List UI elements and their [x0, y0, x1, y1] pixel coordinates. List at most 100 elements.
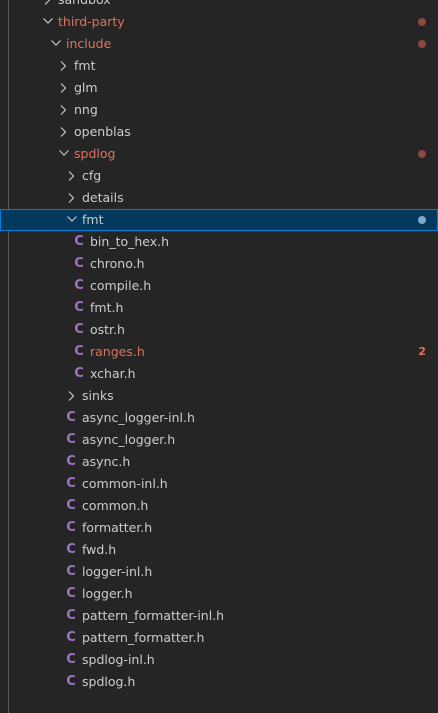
tree-file-row[interactable]: Cspdlog.h [0, 671, 438, 693]
chevron-down-icon[interactable] [40, 11, 56, 33]
folder-label: fmt [74, 58, 96, 73]
tree-folder-row[interactable]: glm [0, 77, 438, 99]
tree-folder-row[interactable]: fmt [0, 55, 438, 77]
file-label: ostr.h [90, 322, 125, 337]
tree-folder-row[interactable]: openblas [0, 121, 438, 143]
c-file-icon: C [66, 608, 76, 623]
file-label: async_logger-inl.h [82, 410, 195, 425]
c-file-icon: C [74, 344, 84, 359]
folder-label: cfg [82, 168, 102, 183]
chevron-right-icon[interactable] [64, 385, 80, 407]
c-file-icon: C [66, 454, 76, 469]
c-file-icon: C [66, 498, 76, 513]
file-label: fmt.h [90, 300, 124, 315]
tree-file-row[interactable]: Cxchar.h [0, 363, 438, 385]
tree-file-row[interactable]: Casync_logger-inl.h [0, 407, 438, 429]
tree-file-row[interactable]: Cfmt.h [0, 297, 438, 319]
c-file-icon: C [74, 322, 84, 337]
chevron-down-icon[interactable] [48, 33, 64, 55]
chevron-right-icon[interactable] [56, 55, 72, 77]
file-label: async_logger.h [82, 432, 176, 447]
tree-folder-row[interactable]: sinks [0, 385, 438, 407]
modified-dot-icon [418, 150, 426, 158]
tree-folder-row[interactable]: third-party [0, 11, 438, 33]
folder-label: include [66, 36, 112, 51]
file-label: logger.h [82, 586, 133, 601]
chevron-right-icon[interactable] [56, 99, 72, 121]
c-file-icon: C [66, 520, 76, 535]
tree-file-row[interactable]: Clogger.h [0, 583, 438, 605]
c-file-icon: C [66, 630, 76, 645]
file-label: spdlog-inl.h [82, 652, 155, 667]
file-label: async.h [82, 454, 131, 469]
tree-folder-row[interactable]: fmt [0, 209, 438, 231]
file-label: fwd.h [82, 542, 117, 557]
c-file-icon: C [74, 256, 84, 271]
tree-file-row[interactable]: Ccommon-inl.h [0, 473, 438, 495]
modified-dot-icon [418, 216, 426, 224]
tree-file-row[interactable]: Casync_logger.h [0, 429, 438, 451]
chevron-down-icon[interactable] [56, 143, 72, 165]
problem-count-badge: 2 [418, 345, 426, 358]
tree-file-row[interactable]: Cfwd.h [0, 539, 438, 561]
tree-folder-row[interactable]: nng [0, 99, 438, 121]
tree-folder-row[interactable]: details [0, 187, 438, 209]
tree-file-row[interactable]: Cpattern_formatter-inl.h [0, 605, 438, 627]
tree-file-row[interactable]: Cformatter.h [0, 517, 438, 539]
tree-file-row[interactable]: Cspdlog-inl.h [0, 649, 438, 671]
tree-file-row[interactable]: Clogger-inl.h [0, 561, 438, 583]
tree-folder-row[interactable]: cfg [0, 165, 438, 187]
c-file-icon: C [74, 234, 84, 249]
chevron-right-icon[interactable] [64, 165, 80, 187]
file-label: spdlog.h [82, 674, 136, 689]
file-label: compile.h [90, 278, 152, 293]
tree-file-row[interactable]: Ccompile.h [0, 275, 438, 297]
file-label: xchar.h [90, 366, 136, 381]
file-label: chrono.h [90, 256, 145, 271]
folder-label: third-party [58, 14, 125, 29]
tree-folder-row[interactable]: sandbox [0, 0, 438, 11]
tree-file-row[interactable]: Casync.h [0, 451, 438, 473]
modified-dot-icon [418, 40, 426, 48]
tree-folder-row[interactable]: include [0, 33, 438, 55]
tree-file-row[interactable]: Costr.h [0, 319, 438, 341]
c-file-icon: C [74, 300, 84, 315]
file-label: pattern_formatter-inl.h [82, 608, 225, 623]
tree-file-row[interactable]: Cbin_to_hex.h [0, 231, 438, 253]
file-label: common.h [82, 498, 149, 513]
tree-file-row[interactable]: Cchrono.h [0, 253, 438, 275]
c-file-icon: C [66, 564, 76, 579]
modified-dot-icon [418, 18, 426, 26]
file-label: pattern_formatter.h [82, 630, 205, 645]
c-file-icon: C [66, 542, 76, 557]
file-explorer-screen: { "colors": { "background": "#252526", "… [0, 0, 438, 713]
chevron-right-icon[interactable] [56, 77, 72, 99]
c-file-icon: C [66, 410, 76, 425]
tree-file-row[interactable]: Cranges.h 2 [0, 341, 438, 363]
folder-label: sandbox [58, 0, 111, 11]
c-file-icon: C [66, 476, 76, 491]
folder-label: sinks [82, 388, 114, 403]
chevron-right-icon[interactable] [40, 0, 56, 11]
folder-label: fmt [82, 212, 104, 227]
c-file-icon: C [66, 432, 76, 447]
chevron-right-icon[interactable] [56, 121, 72, 143]
file-label: bin_to_hex.h [90, 234, 170, 249]
folder-label: openblas [74, 124, 131, 139]
c-file-icon: C [66, 674, 76, 689]
c-file-icon: C [74, 366, 84, 381]
chevron-down-icon[interactable] [64, 209, 80, 231]
file-label: common-inl.h [82, 476, 168, 491]
file-label: formatter.h [82, 520, 153, 535]
c-file-icon: C [74, 278, 84, 293]
folder-label: details [82, 190, 124, 205]
c-file-icon: C [66, 586, 76, 601]
tree-file-row[interactable]: Cpattern_formatter.h [0, 627, 438, 649]
chevron-right-icon[interactable] [64, 187, 80, 209]
folder-label: glm [74, 80, 98, 95]
c-file-icon: C [66, 652, 76, 667]
tree-rows: sandbox third-party include fmt glm nng openbl… [0, 0, 438, 693]
file-label: logger-inl.h [82, 564, 153, 579]
tree-file-row[interactable]: Ccommon.h [0, 495, 438, 517]
tree-folder-row[interactable]: spdlog [0, 143, 438, 165]
